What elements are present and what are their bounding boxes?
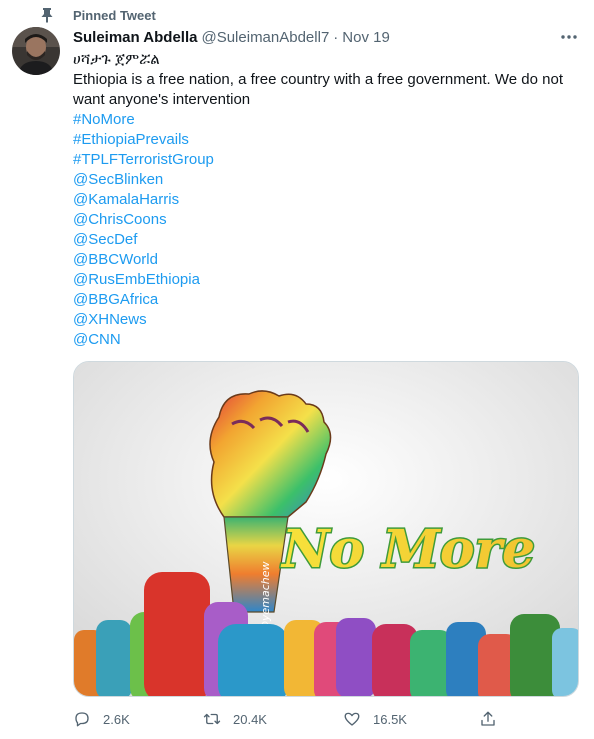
tweet-line-2: want anyone's intervention — [73, 91, 251, 108]
author-handle[interactable]: @SuleimanAbdell7 — [201, 29, 329, 46]
pinned-row: Pinned Tweet — [40, 6, 156, 24]
retweet-count: 20.4K — [233, 711, 267, 727]
avatar[interactable] — [12, 27, 60, 75]
reply-count: 2.6K — [103, 711, 130, 727]
mention-bbcworld[interactable]: @BBCWorld — [73, 250, 583, 270]
mention-bbgafrica[interactable]: @BBGAfrica — [73, 290, 583, 310]
separator-dot: · — [333, 28, 339, 46]
mention-cnn[interactable]: @CNN — [73, 330, 583, 350]
pinned-label: Pinned Tweet — [73, 7, 156, 23]
author-name[interactable]: Suleiman Abdella — [73, 29, 197, 46]
retweet-button[interactable]: 20.4K — [203, 708, 267, 730]
tweet-actions: 2.6K 20.4K 16.5K — [73, 708, 513, 730]
pin-icon — [40, 7, 54, 23]
hashtag-tplfterroristgroup[interactable]: #TPLFTerroristGroup — [73, 150, 583, 170]
reply-icon — [75, 712, 89, 727]
mention-secblinken[interactable]: @SecBlinken — [73, 170, 583, 190]
share-button[interactable] — [479, 708, 509, 730]
reply-button[interactable]: 2.6K — [73, 708, 130, 730]
tweet-media-image[interactable]: No More @yemachew — [73, 361, 579, 697]
retweet-icon — [203, 713, 221, 725]
media-overlay-text: No More — [280, 519, 535, 580]
mention-xhnews[interactable]: @XHNews — [73, 310, 583, 330]
tweet-line-1: Ethiopia is a free nation, a free countr… — [73, 71, 563, 88]
mention-chriscoons[interactable]: @ChrisCoons — [73, 210, 583, 230]
heart-icon — [344, 712, 360, 726]
mention-secdef[interactable]: @SecDef — [73, 230, 583, 250]
mention-kamalaharris[interactable]: @KamalaHarris — [73, 190, 583, 210]
tweet-date[interactable]: Nov 19 — [342, 29, 390, 46]
hashtag-nomore[interactable]: #NoMore — [73, 110, 583, 130]
share-icon — [481, 711, 495, 726]
tweet-header: Suleiman Abdella @SuleimanAbdell7 · Nov … — [73, 27, 390, 47]
media-signature: @yemachew — [259, 561, 272, 632]
hashtag-ethiopiaprevails[interactable]: #EthiopiaPrevails — [73, 130, 583, 150]
like-button[interactable]: 16.5K — [343, 708, 407, 730]
tweet-line-amharic: ሀሻታጉ ጀምሯል — [73, 51, 160, 68]
tweet-text: ሀሻታጉ ጀምሯል Ethiopia is a free nation, a f… — [73, 50, 583, 350]
mention-rusembethiopia[interactable]: @RusEmbEthiopia — [73, 270, 583, 290]
more-options-icon[interactable] — [560, 27, 578, 47]
like-count: 16.5K — [373, 711, 407, 727]
